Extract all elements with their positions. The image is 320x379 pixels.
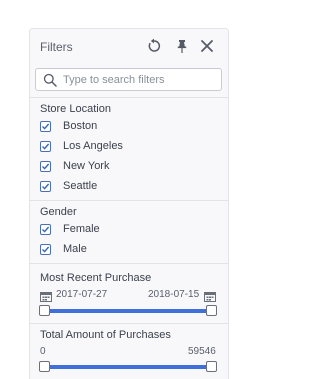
checkbox-checked[interactable] [40, 224, 51, 235]
checkbox-label: Seattle [63, 180, 98, 192]
section-title-most-recent-purchase: Most Recent Purchase [40, 272, 152, 284]
divider [30, 97, 228, 98]
checkbox-label: Boston [63, 120, 98, 132]
checkbox-checked[interactable] [40, 244, 51, 255]
checkbox-checked[interactable] [40, 161, 51, 172]
pin-icon[interactable] [174, 38, 190, 54]
date-range-min-handle[interactable] [39, 305, 50, 316]
amount-range-min[interactable]: 0 [40, 346, 46, 357]
date-range-end[interactable]: 2018-07-15 [148, 289, 199, 300]
section-title-store-location: Store Location [40, 103, 111, 115]
date-range-slider-track[interactable] [44, 309, 212, 313]
section-title-gender: Gender [40, 206, 77, 218]
panel-title: Filters [40, 40, 73, 54]
divider [30, 200, 228, 201]
date-range-max-handle[interactable] [206, 305, 217, 316]
checkbox-checked[interactable] [40, 181, 51, 192]
checkbox-checked[interactable] [40, 141, 51, 152]
search-input[interactable] [63, 71, 213, 88]
close-icon[interactable] [199, 38, 215, 54]
search-box[interactable] [35, 68, 222, 91]
amount-range-max[interactable]: 59546 [188, 346, 216, 357]
section-title-total-amount: Total Amount of Purchases [40, 329, 171, 341]
date-range-start[interactable]: 2017-07-27 [56, 289, 107, 300]
panel-header: Filters [30, 29, 228, 63]
search-icon [43, 73, 57, 92]
checkbox-label: New York [63, 160, 110, 172]
checkbox-label: Male [63, 243, 87, 255]
checkbox-label: Female [63, 223, 100, 235]
filters-panel: Filters Type to search filters Store Loc… [30, 29, 228, 379]
checkbox-checked[interactable] [40, 121, 51, 132]
amount-range-slider-track[interactable] [44, 365, 212, 369]
divider [30, 323, 228, 324]
reset-icon[interactable] [146, 38, 162, 54]
amount-range-min-handle[interactable] [39, 361, 50, 372]
checkbox-label: Los Angeles [63, 140, 123, 152]
amount-range-max-handle[interactable] [206, 361, 217, 372]
divider [30, 263, 228, 264]
